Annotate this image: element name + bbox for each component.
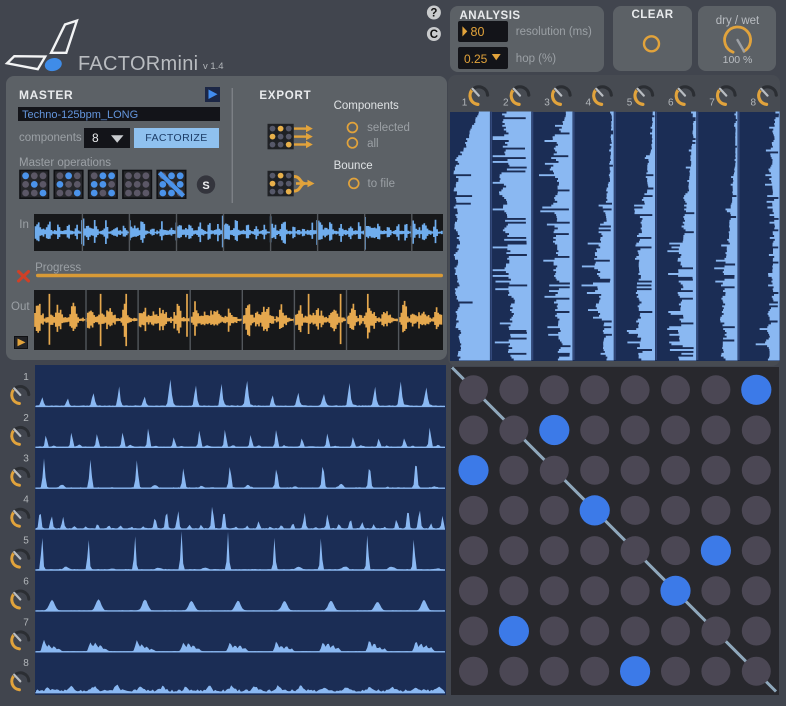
svg-text:1: 1 (23, 372, 29, 383)
svg-text:C: C (430, 29, 438, 41)
svg-text:2: 2 (503, 98, 509, 109)
svg-text:5: 5 (23, 536, 29, 547)
svg-text:8: 8 (23, 658, 29, 669)
svg-text:2: 2 (23, 413, 29, 424)
svg-text:8: 8 (750, 98, 756, 109)
svg-text:1: 1 (462, 98, 468, 109)
svg-text:3: 3 (544, 98, 550, 109)
svg-text:7: 7 (23, 617, 29, 628)
svg-text:6: 6 (23, 576, 29, 587)
svg-text:3: 3 (23, 454, 29, 465)
svg-text:5: 5 (627, 98, 633, 109)
svg-text:S: S (202, 180, 209, 192)
svg-text:7: 7 (709, 98, 715, 109)
svg-text:4: 4 (23, 495, 29, 506)
svg-text:4: 4 (585, 98, 591, 109)
svg-text:6: 6 (668, 98, 674, 109)
svg-text:?: ? (430, 8, 437, 20)
